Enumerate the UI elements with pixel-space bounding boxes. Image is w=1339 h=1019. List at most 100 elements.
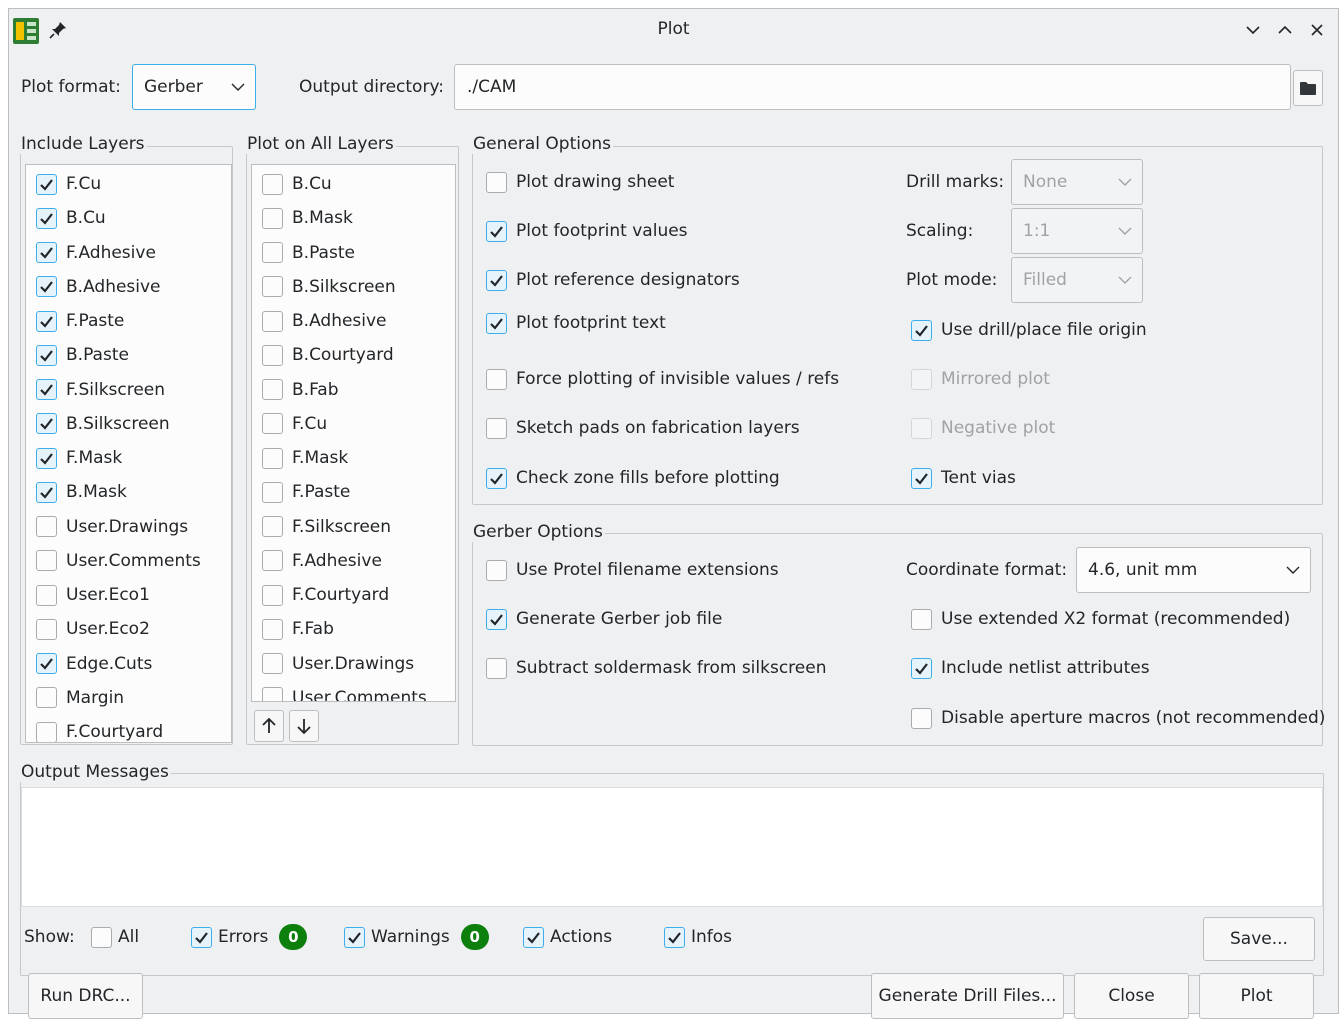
move-up-button[interactable] <box>254 710 284 742</box>
checkbox[interactable] <box>262 276 283 298</box>
layer-list-item[interactable]: B.Paste <box>36 342 129 368</box>
layer-list-item[interactable]: F.Paste <box>262 479 350 505</box>
checkbox[interactable] <box>344 926 365 948</box>
layer-list-item[interactable]: B.Fab <box>262 377 339 403</box>
checkbox[interactable] <box>262 550 283 572</box>
checkbox[interactable] <box>486 417 507 439</box>
layer-list-item[interactable]: User.Eco2 <box>36 616 150 642</box>
checkbox[interactable] <box>36 276 57 298</box>
checkbox[interactable] <box>36 584 57 606</box>
layer-list-item[interactable]: B.Courtyard <box>262 342 394 368</box>
checkbox[interactable] <box>911 657 932 679</box>
plot-mode-select[interactable]: Filled <box>1011 257 1143 303</box>
output-dir-input[interactable]: ./CAM <box>454 64 1291 110</box>
layer-list-item[interactable]: F.Adhesive <box>262 548 382 574</box>
general-option[interactable]: Plot drawing sheet <box>486 169 674 195</box>
checkbox[interactable] <box>486 368 507 390</box>
general-option[interactable]: Plot reference designators <box>486 267 740 293</box>
coordinate-format-select[interactable]: 4.6, unit mm <box>1076 547 1311 593</box>
checkbox[interactable] <box>911 707 932 729</box>
filter-errors[interactable]: Errors 0 <box>191 924 308 950</box>
layer-list-item[interactable]: B.Adhesive <box>36 274 161 300</box>
checkbox[interactable] <box>36 344 57 366</box>
run-drc-button[interactable]: Run DRC... <box>28 973 143 1019</box>
layer-list-item[interactable]: F.Paste <box>36 308 124 334</box>
layer-list-item[interactable]: B.Mask <box>36 479 127 505</box>
checkbox[interactable] <box>486 559 507 581</box>
checkbox[interactable] <box>486 171 507 193</box>
checkbox[interactable] <box>36 687 57 709</box>
general-option[interactable]: Tent vias <box>911 465 1016 491</box>
checkbox[interactable] <box>36 242 57 263</box>
layer-list-item[interactable]: F.Fab <box>262 616 334 642</box>
checkbox[interactable] <box>262 413 283 435</box>
layer-list-item[interactable]: F.Adhesive <box>36 240 156 266</box>
general-option[interactable]: Force plotting of invisible values / ref… <box>486 366 839 392</box>
checkbox[interactable] <box>36 721 57 742</box>
layer-list-item[interactable]: F.Cu <box>36 171 101 197</box>
gerber-option[interactable]: Generate Gerber job file <box>486 606 722 632</box>
checkbox[interactable] <box>911 608 932 630</box>
filter-all[interactable]: All <box>91 924 139 950</box>
plot-button[interactable]: Plot <box>1199 973 1314 1019</box>
checkbox[interactable] <box>486 312 507 334</box>
checkbox[interactable] <box>36 481 57 503</box>
layer-list-item[interactable]: F.Courtyard <box>36 719 163 742</box>
checkbox[interactable] <box>262 481 283 503</box>
layer-list-item[interactable]: Margin <box>36 685 124 711</box>
checkbox[interactable] <box>36 516 57 537</box>
close-window-icon[interactable] <box>1307 20 1327 40</box>
layer-list-item[interactable]: B.Silkscreen <box>262 274 396 300</box>
filter-actions[interactable]: Actions <box>523 924 612 950</box>
checkbox[interactable] <box>262 344 283 366</box>
checkbox[interactable] <box>262 653 283 674</box>
layer-list-item[interactable]: User.Drawings <box>262 651 414 677</box>
gerber-option[interactable]: Use Protel filename extensions <box>486 557 779 583</box>
layer-list-item[interactable]: F.Silkscreen <box>36 377 165 403</box>
checkbox[interactable] <box>486 608 507 630</box>
checkbox[interactable] <box>262 379 283 400</box>
general-option[interactable]: Negative plot <box>911 415 1055 441</box>
checkbox[interactable] <box>36 653 57 674</box>
close-button[interactable]: Close <box>1074 973 1189 1019</box>
layer-list-item[interactable]: User.Eco1 <box>36 582 150 608</box>
layer-list-item[interactable]: F.Courtyard <box>262 582 389 608</box>
checkbox[interactable] <box>262 207 283 229</box>
general-option[interactable]: Sketch pads on fabrication layers <box>486 415 800 441</box>
checkbox[interactable] <box>262 173 283 195</box>
checkbox[interactable] <box>36 207 57 229</box>
checkbox[interactable] <box>262 584 283 606</box>
layer-list-item[interactable]: F.Silkscreen <box>262 514 391 540</box>
output-messages-area[interactable] <box>21 787 1323 907</box>
checkbox[interactable] <box>36 413 57 435</box>
layer-list-item[interactable]: F.Mask <box>36 445 122 471</box>
include-layers-list[interactable]: F.Cu B.Cu F.Adhesive B.Adhesive F.Paste B.Pas… <box>25 164 232 743</box>
layer-list-item[interactable]: B.Mask <box>262 205 353 231</box>
checkbox[interactable] <box>36 310 57 332</box>
checkbox[interactable] <box>36 379 57 400</box>
layer-list-item[interactable]: B.Silkscreen <box>36 411 170 437</box>
checkbox[interactable] <box>486 467 507 489</box>
layer-list-item[interactable]: Edge.Cuts <box>36 651 152 677</box>
layer-list-item[interactable]: User.Comments <box>262 685 427 701</box>
plot-format-select[interactable]: Gerber <box>132 64 256 110</box>
checkbox[interactable] <box>36 550 57 572</box>
checkbox[interactable] <box>36 173 57 195</box>
checkbox[interactable] <box>262 242 283 263</box>
filter-warnings[interactable]: Warnings 0 <box>344 924 489 950</box>
scaling-select[interactable]: 1:1 <box>1011 208 1143 254</box>
general-option[interactable]: Check zone fills before plotting <box>486 465 780 491</box>
browse-folder-button[interactable] <box>1293 70 1323 106</box>
checkbox[interactable] <box>523 926 544 948</box>
checkbox[interactable] <box>262 618 283 640</box>
checkbox[interactable] <box>36 618 57 640</box>
checkbox[interactable] <box>262 516 283 537</box>
general-option[interactable]: Plot footprint values <box>486 218 688 244</box>
layer-list-item[interactable]: B.Paste <box>262 240 355 266</box>
gerber-option[interactable]: Disable aperture macros (not recommended… <box>911 705 1325 731</box>
layer-list-item[interactable]: B.Adhesive <box>262 308 387 334</box>
checkbox[interactable] <box>911 467 932 489</box>
maximize-icon[interactable] <box>1275 20 1295 40</box>
checkbox[interactable] <box>36 447 57 469</box>
checkbox[interactable] <box>911 319 932 341</box>
